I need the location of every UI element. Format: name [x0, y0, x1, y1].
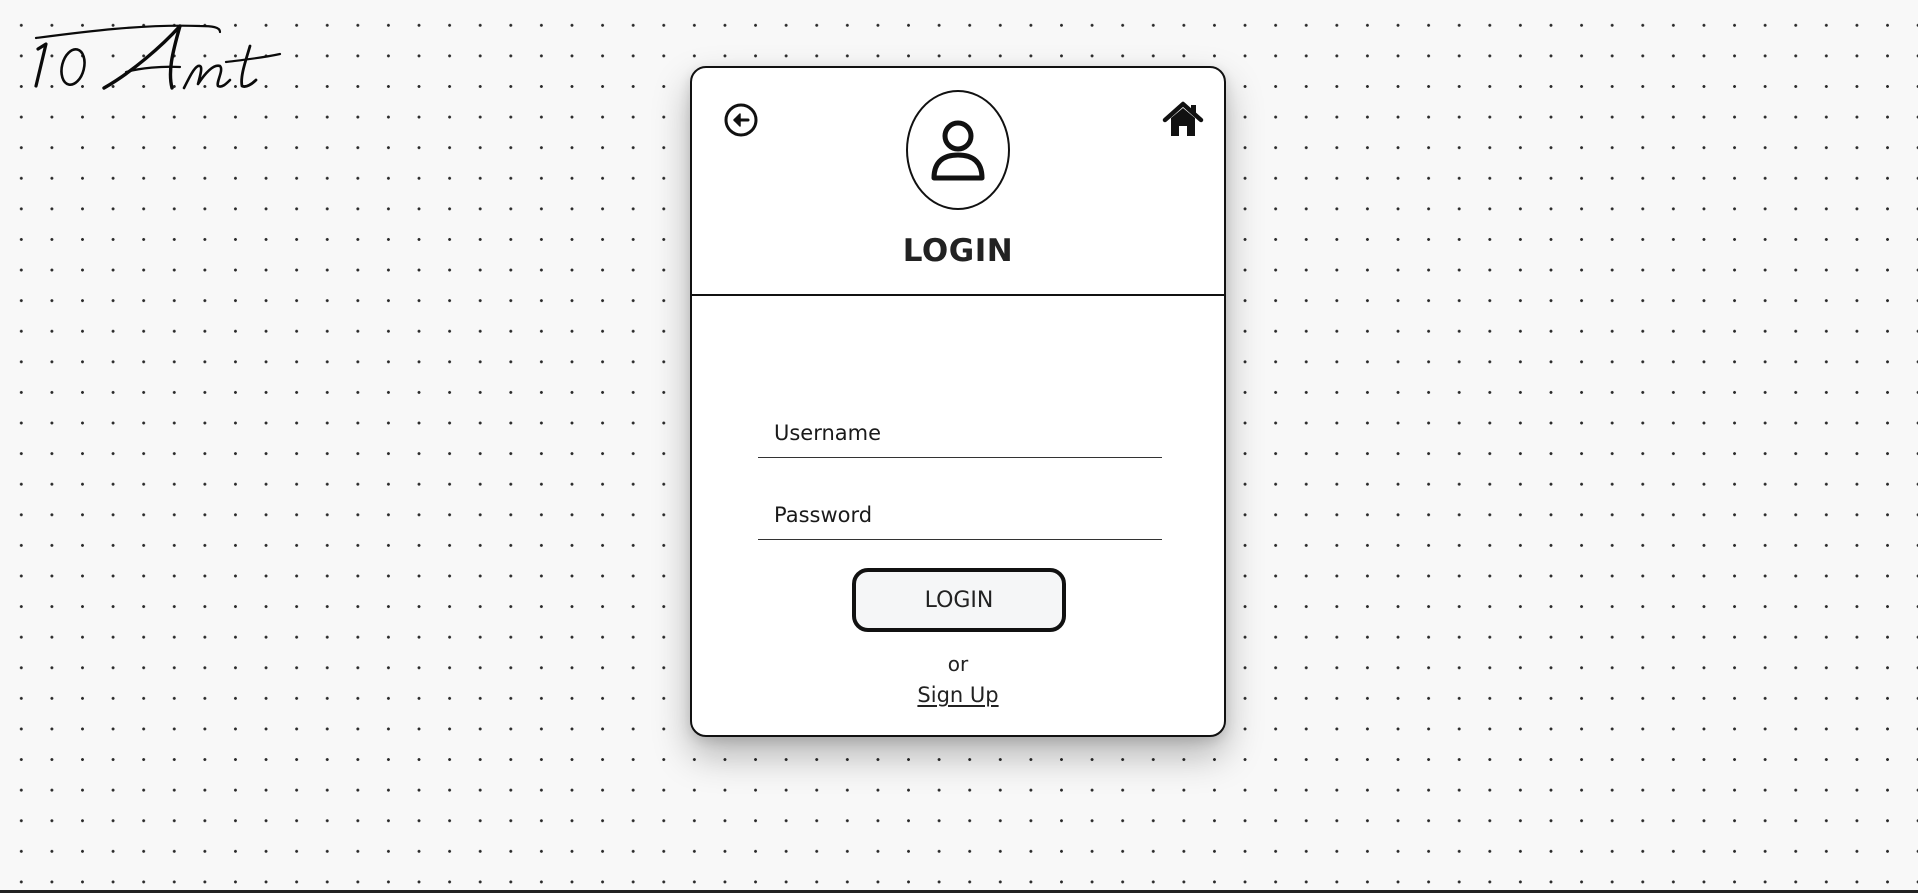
page-title: LOGIN [902, 233, 1014, 269]
home-button[interactable] [1162, 100, 1204, 138]
signup-link[interactable]: Sign Up [692, 683, 1224, 707]
login-card: LOGIN LOGIN or Sign Up [690, 66, 1226, 737]
brand-logo [34, 24, 282, 90]
avatar [906, 90, 1010, 210]
arrow-left-circle-icon [724, 103, 758, 137]
or-separator-text: or [947, 652, 969, 676]
header-divider [692, 294, 1224, 296]
login-button[interactable]: LOGIN [852, 568, 1066, 632]
password-input[interactable] [758, 490, 1162, 540]
username-input[interactable] [758, 408, 1162, 458]
user-icon [931, 120, 985, 181]
home-icon [1162, 101, 1204, 136]
back-button[interactable] [723, 102, 759, 138]
